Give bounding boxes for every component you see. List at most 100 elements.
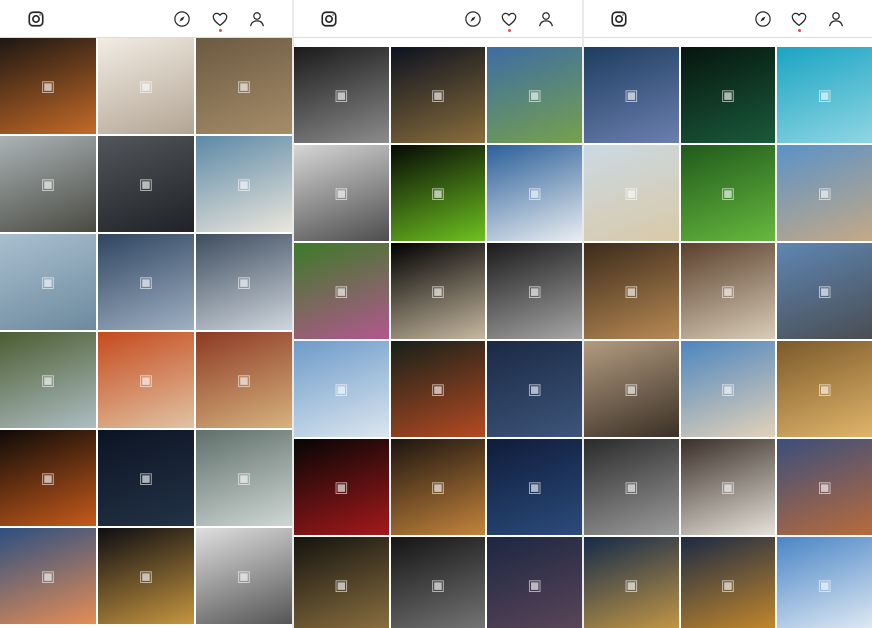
photo-tile-woman-profile[interactable]: ▣	[0, 234, 96, 330]
photo-tile-silhouette-at-sunset[interactable]: ▣	[196, 234, 292, 330]
photo-placeholder-icon: ▣	[138, 78, 154, 95]
photo-placeholder-icon: ▣	[334, 87, 349, 104]
instagram-logo-icon[interactable]	[320, 10, 338, 28]
profile-person-icon[interactable]	[248, 10, 266, 28]
photo-tile-cafe-interior[interactable]: ▣	[0, 136, 96, 232]
photo-tile-aquarium-fish[interactable]: ▣	[584, 47, 679, 143]
photo-placeholder-icon: ▣	[236, 568, 252, 585]
activity-heart-icon[interactable]	[500, 10, 518, 28]
explore-compass-icon[interactable]	[173, 10, 191, 28]
photo-placeholder-icon: ▣	[430, 577, 446, 594]
photo-placeholder-icon: ▣	[720, 283, 736, 300]
instagram-logo-icon[interactable]	[27, 10, 45, 28]
photo-tile-tree-bark-texture[interactable]: ▣	[196, 38, 292, 134]
photo-tile-beach-reflection[interactable]: ▣	[294, 341, 389, 437]
photo-tile-toddler-portrait[interactable]: ▣	[98, 332, 194, 428]
photo-tile-office-black-white[interactable]: ▣	[294, 47, 389, 143]
photo-tile-autumn-leaves[interactable]: ▣	[390, 341, 486, 437]
photo-tile-street-lamp-dusk[interactable]: ▣	[487, 341, 582, 437]
photo-tile-night-sky-stars[interactable]: ▣	[98, 430, 194, 526]
photo-tile-tiled-rooftops[interactable]: ▣	[777, 243, 872, 339]
photo-placeholder-icon: ▣	[236, 470, 252, 487]
photo-tile-cave-formations[interactable]: ▣	[294, 537, 389, 628]
photo-placeholder-icon: ▣	[430, 87, 446, 104]
photo-placeholder-icon: ▣	[527, 87, 542, 104]
photo-tile-stairwell-black-white[interactable]: ▣	[487, 243, 582, 339]
photo-tile-child-with-puppy[interactable]: ▣	[98, 38, 194, 134]
photo-grid: ▣ ▣ ▣ ▣ ▣ ▣ ▣ ▣ ▣ ▣ ▣ ▣ ▣ ▣ ▣ ▣ ▣ ▣	[584, 47, 872, 628]
photo-tile-shop-window-display[interactable]: ▣	[196, 332, 292, 428]
photo-placeholder-icon: ▣	[817, 87, 832, 104]
photo-tile-city-skyline-night[interactable]: ▣	[390, 47, 486, 143]
photo-tile-taxi-street-dusk[interactable]: ▣	[680, 537, 776, 628]
photo-tile-harbor-sunset[interactable]: ▣	[0, 528, 96, 624]
photo-placeholder-icon: ▣	[720, 185, 736, 202]
photo-tile-train-station-clock[interactable]: ▣	[0, 38, 96, 134]
photo-placeholder-icon: ▣	[624, 577, 639, 594]
activity-heart-icon[interactable]	[211, 10, 229, 28]
photo-placeholder-icon: ▣	[138, 274, 154, 291]
photo-tile-rooftops-black-white[interactable]: ▣	[294, 145, 389, 241]
photo-tile-red-light-night[interactable]: ▣	[294, 439, 389, 535]
photo-tile-ferris-wheel-pier[interactable]: ▣	[777, 145, 872, 241]
photo-placeholder-icon: ▣	[138, 470, 154, 487]
photo-tile-glowing-lantern[interactable]: ▣	[0, 430, 96, 526]
explore-compass-icon[interactable]	[464, 10, 482, 28]
photo-tile-bare-trees-dusk[interactable]: ▣	[584, 341, 679, 437]
photo-placeholder-icon: ▣	[40, 372, 56, 389]
explore-compass-icon[interactable]	[754, 10, 772, 28]
photo-tile-pine-needles-texture[interactable]: ▣	[584, 243, 679, 339]
notification-dot	[507, 29, 511, 32]
photo-tile-city-night-bridge[interactable]: ▣	[98, 528, 194, 624]
photo-placeholder-icon: ▣	[40, 470, 56, 487]
photo-tile-white-arched-building[interactable]: ▣	[487, 145, 582, 241]
photo-tile-cloud-reflection[interactable]: ▣	[777, 537, 872, 628]
photo-placeholder-icon: ▣	[138, 568, 154, 585]
photo-tile-sandy-beach[interactable]: ▣	[584, 145, 679, 241]
photo-tile-bicycle-wheel-snow[interactable]: ▣	[196, 528, 292, 624]
photo-placeholder-icon: ▣	[236, 78, 252, 95]
photo-tile-night-market[interactable]: ▣	[390, 439, 486, 535]
photo-tile-arched-hallway[interactable]: ▣	[777, 341, 872, 437]
photo-placeholder-icon: ▣	[817, 577, 832, 594]
photo-placeholder-icon: ▣	[236, 274, 252, 291]
photo-placeholder-icon: ▣	[334, 577, 349, 594]
photo-tile-nautilus-shell[interactable]: ▣	[390, 243, 486, 339]
photo-tile-sea-turtle[interactable]: ▣	[777, 47, 872, 143]
photo-tile-green-leaf-macro[interactable]: ▣	[390, 145, 486, 241]
photo-placeholder-icon: ▣	[720, 87, 736, 104]
photo-placeholder-icon: ▣	[720, 381, 736, 398]
photo-tile-butterfly-on-flower[interactable]: ▣	[294, 243, 389, 339]
profile-person-icon[interactable]	[537, 10, 555, 28]
photo-tile-lake-city-night[interactable]: ▣	[584, 537, 679, 628]
photo-tile-alley-evening[interactable]: ▣	[777, 439, 872, 535]
photo-tile-swans-on-water[interactable]: ▣	[196, 136, 292, 232]
photo-tile-rocky-stream[interactable]: ▣	[196, 430, 292, 526]
photo-tile-rock-surface[interactable]: ▣	[98, 136, 194, 232]
photo-tile-twilight-horizon[interactable]: ▣	[487, 537, 582, 628]
photo-tile-forest-road[interactable]: ▣	[0, 332, 96, 428]
photo-placeholder-icon: ▣	[334, 185, 349, 202]
photo-tile-river-landscape[interactable]: ▣	[487, 47, 582, 143]
photo-grid: ▣ ▣ ▣ ▣ ▣ ▣ ▣ ▣ ▣ ▣ ▣ ▣ ▣ ▣ ▣ ▣ ▣ ▣	[0, 38, 292, 628]
profile-person-icon[interactable]	[827, 10, 845, 28]
feed-panel-2: ▣ ▣ ▣ ▣ ▣ ▣ ▣ ▣ ▣ ▣ ▣ ▣ ▣ ▣ ▣ ▣ ▣ ▣	[294, 0, 582, 628]
photo-tile-tea-table-setting[interactable]: ▣	[680, 243, 776, 339]
photo-placeholder-icon: ▣	[430, 479, 446, 496]
photo-tile-street-figures-bw[interactable]: ▣	[390, 537, 486, 628]
photo-tile-waterfront-reflection[interactable]: ▣	[680, 341, 776, 437]
photo-tile-moon-over-sea[interactable]: ▣	[98, 234, 194, 330]
photo-placeholder-icon: ▣	[40, 176, 56, 193]
photo-placeholder-icon: ▣	[817, 479, 832, 496]
photo-tile-tower-silhouette[interactable]: ▣	[487, 439, 582, 535]
photo-tile-sleeping-on-bed[interactable]: ▣	[680, 439, 776, 535]
photo-tile-lotus-leaves[interactable]: ▣	[680, 145, 776, 241]
instagram-logo-icon[interactable]	[610, 10, 628, 28]
photo-tile-bus-window-bw[interactable]: ▣	[584, 439, 679, 535]
photo-placeholder-icon: ▣	[720, 577, 736, 594]
photo-placeholder-icon: ▣	[720, 479, 736, 496]
photo-placeholder-icon: ▣	[138, 372, 154, 389]
activity-heart-icon[interactable]	[790, 10, 808, 28]
photo-placeholder-icon: ▣	[40, 78, 56, 95]
photo-tile-lily-pads[interactable]: ▣	[680, 47, 776, 143]
